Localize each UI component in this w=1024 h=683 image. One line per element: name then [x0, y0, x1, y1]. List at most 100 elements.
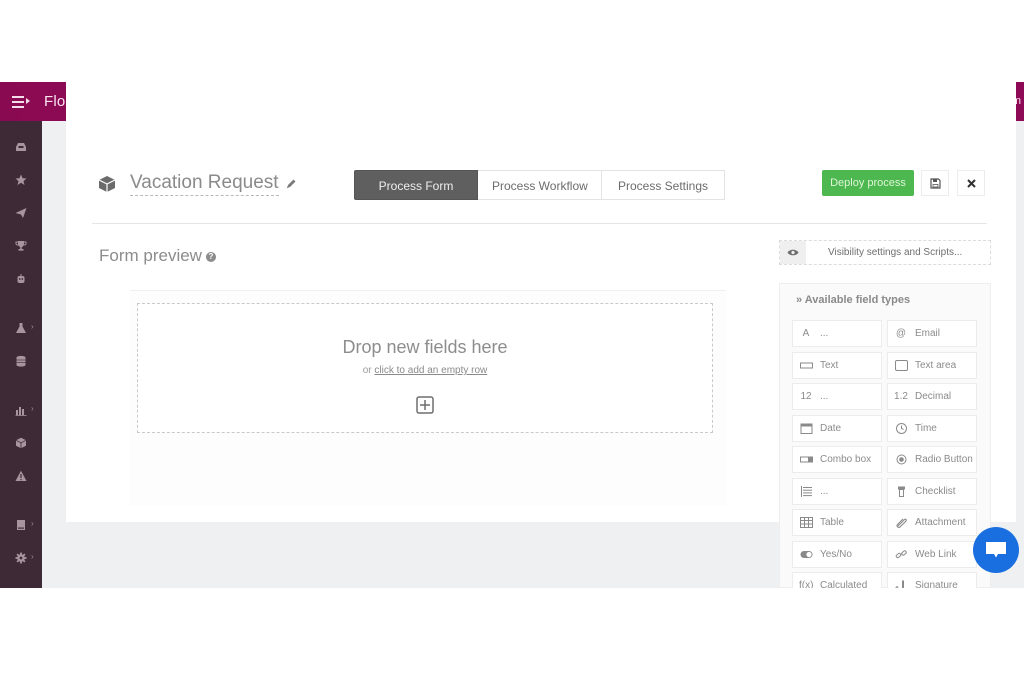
chat-icon	[986, 542, 1006, 558]
drop-zone-subtext: or click to add an empty row	[138, 365, 712, 376]
field-type-label: Yes/No	[820, 548, 852, 560]
sidebar: › › › ›	[0, 121, 42, 588]
field-type-label: Radio Button	[915, 454, 973, 465]
book-icon	[17, 520, 25, 530]
link-icon	[894, 549, 908, 561]
field-type-radio-button[interactable]: Radio Button	[887, 446, 977, 473]
field-type-attachment[interactable]: Attachment	[887, 509, 977, 536]
flask-icon	[16, 323, 26, 333]
field-type-label: Checklist	[915, 485, 956, 497]
field-type-list[interactable]: ...	[792, 477, 882, 505]
paper-plane-icon	[15, 208, 27, 218]
sidebar-item-favorites[interactable]	[0, 170, 42, 190]
database-icon	[16, 355, 26, 367]
field-type-label: ...	[820, 485, 829, 497]
process-tabs: Process Form Process Workflow Process Se…	[354, 170, 725, 200]
form-preview-heading: Form preview?	[99, 246, 216, 266]
save-button[interactable]	[921, 170, 949, 196]
robot-icon	[17, 274, 25, 283]
help-icon[interactable]: ?	[205, 251, 216, 262]
field-type-decimal[interactable]: 1.2 Decimal	[887, 383, 977, 410]
close-icon	[967, 179, 976, 188]
available-field-types-title: » Available field types	[796, 294, 911, 306]
sidebar-item-flask[interactable]: ›	[0, 318, 42, 338]
chat-support-button[interactable]	[973, 527, 1019, 573]
star-icon	[15, 174, 27, 185]
toggle-icon	[799, 549, 813, 561]
field-type-label: ...	[820, 328, 829, 339]
sidebar-item-docs[interactable]: ›	[0, 515, 42, 535]
font-icon: A	[802, 328, 810, 339]
field-type-label: Text area	[915, 359, 957, 371]
field-type-time[interactable]: Time	[887, 414, 977, 442]
field-type-combo-box[interactable]: Combo box	[792, 446, 882, 473]
checklist-icon	[894, 486, 908, 498]
cube-icon	[15, 437, 27, 449]
list-icon	[799, 485, 813, 498]
radio-button-icon	[894, 454, 908, 466]
drop-zone-title: Drop new fields here	[342, 337, 508, 357]
process-title[interactable]: Vacation Request	[130, 172, 279, 196]
paperclip-icon	[894, 517, 908, 529]
add-row-plus-icon[interactable]	[416, 396, 434, 414]
submenu-arrow-icon: ›	[31, 552, 34, 561]
sidebar-item-alerts[interactable]	[0, 466, 42, 486]
add-empty-row-link[interactable]: click to add an empty row	[374, 365, 487, 376]
gear-icon	[15, 552, 27, 564]
field-type-web-link[interactable]: Web Link	[887, 540, 977, 568]
sidebar-item-reports[interactable]: ›	[0, 400, 42, 420]
field-type-label: Email	[915, 328, 941, 339]
field-type-checklist[interactable]: Checklist	[887, 477, 977, 505]
field-type-label: Text	[820, 359, 839, 371]
trophy-icon	[15, 241, 27, 251]
field-type-label: Date	[820, 422, 842, 434]
deploy-process-button[interactable]: Deploy process	[822, 170, 914, 196]
field-type-email[interactable]: @ Email	[887, 320, 977, 347]
sidebar-item-inbox[interactable]	[0, 137, 42, 157]
field-type-label: Combo box	[820, 454, 872, 465]
field-drop-zone[interactable]: Drop new fields here or click to add an …	[137, 303, 713, 433]
field-type-label: Time	[915, 422, 937, 434]
field-type-yes-no[interactable]: Yes/No	[792, 540, 882, 568]
sidebar-item-trophy[interactable]	[0, 236, 42, 256]
eye-icon	[787, 249, 799, 256]
header-divider	[92, 223, 987, 224]
field-type-table[interactable]: Table	[792, 509, 882, 536]
form-preview-title: Form preview	[99, 246, 202, 265]
text-input-icon	[799, 360, 813, 372]
eye-icon-box	[780, 241, 806, 264]
textarea-icon	[894, 359, 908, 372]
tab-process-workflow[interactable]: Process Workflow	[478, 170, 602, 200]
clock-icon	[894, 422, 908, 435]
inbox-icon	[16, 143, 26, 151]
tab-process-form[interactable]: Process Form	[354, 170, 478, 200]
decimal-icon: 1.2	[894, 391, 908, 402]
field-type-label: Web Link	[915, 548, 957, 560]
integer-icon: 12	[800, 391, 812, 402]
tab-process-settings[interactable]: Process Settings	[602, 170, 725, 200]
field-type-text[interactable]: Text	[792, 351, 882, 379]
pencil-icon[interactable]	[285, 178, 297, 190]
field-type-label: Table	[820, 517, 844, 528]
sidebar-item-settings[interactable]: ›	[0, 548, 42, 568]
page-bottom-margin	[0, 588, 1024, 683]
at-icon: @	[895, 328, 907, 339]
floppy-disk-icon	[930, 178, 941, 189]
warning-icon	[15, 470, 27, 481]
submenu-arrow-icon: ›	[31, 519, 34, 528]
visibility-settings-button[interactable]: Visibility settings and Scripts...	[779, 240, 991, 265]
sidebar-item-processes[interactable]	[0, 433, 42, 453]
sidebar-item-sent[interactable]	[0, 203, 42, 223]
menu-toggle-icon[interactable]	[12, 94, 34, 110]
sidebar-item-robot[interactable]	[0, 269, 42, 289]
field-type-date[interactable]: Date	[792, 414, 882, 442]
field-type-integer[interactable]: 12...	[792, 383, 882, 410]
close-button[interactable]	[957, 170, 985, 196]
visibility-settings-label: Visibility settings and Scripts...	[828, 247, 963, 258]
submenu-arrow-icon: ›	[31, 404, 34, 413]
field-type-text-area[interactable]: Text area	[887, 351, 977, 379]
calendar-icon	[799, 423, 813, 435]
field-type-label[interactable]: A...	[792, 320, 882, 347]
cube-icon	[98, 176, 116, 192]
sidebar-item-database[interactable]	[0, 351, 42, 371]
